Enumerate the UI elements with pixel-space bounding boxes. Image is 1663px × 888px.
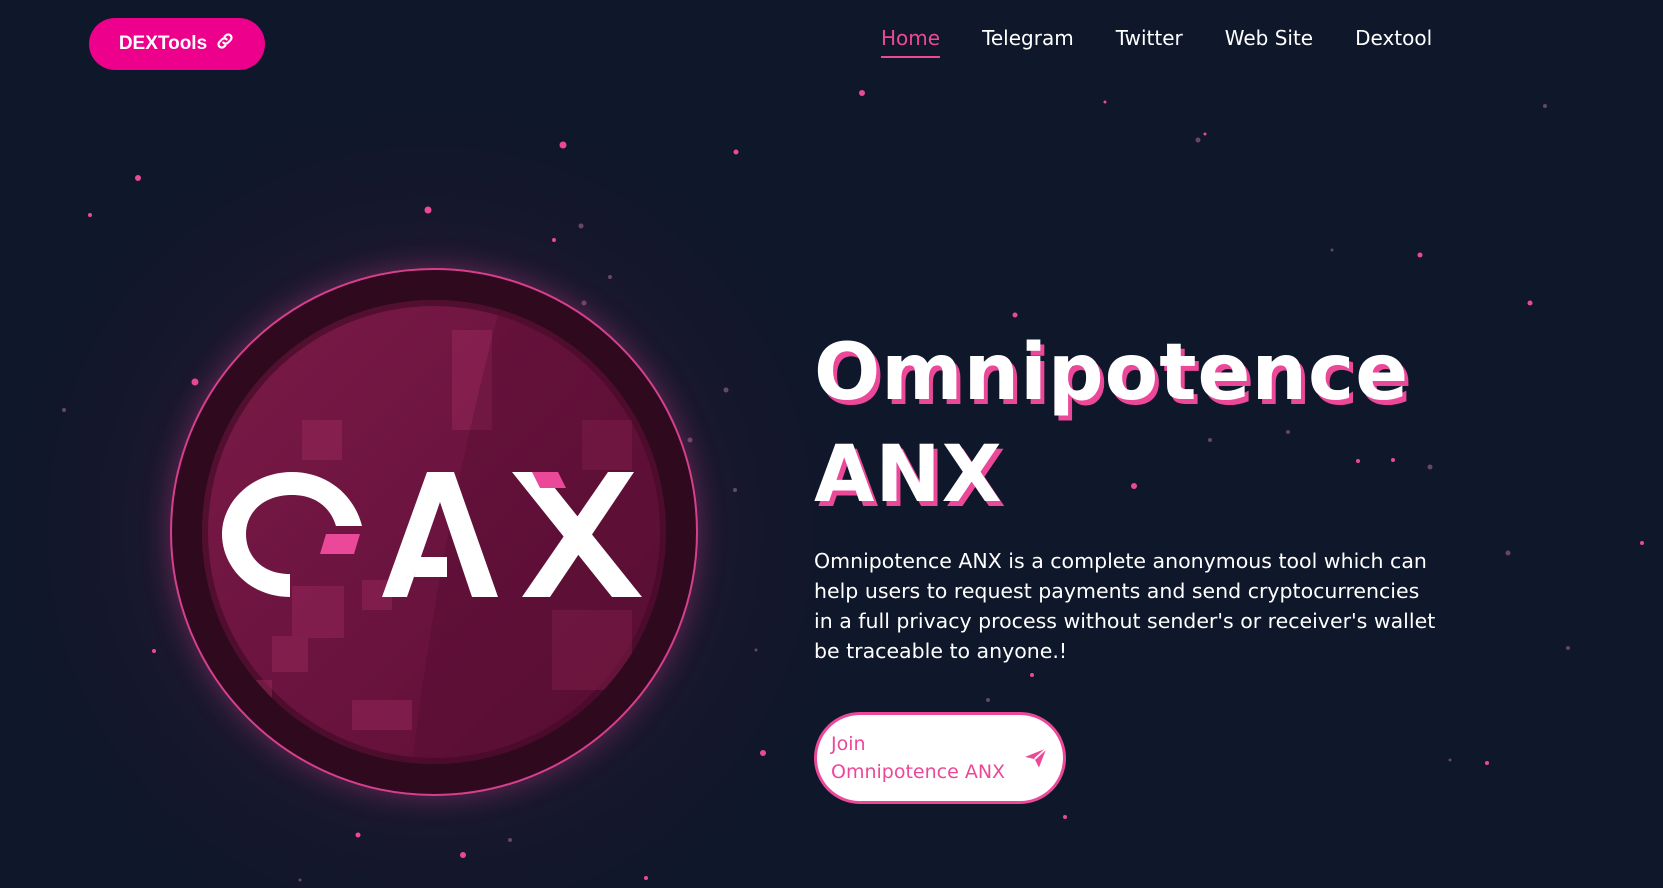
hero-title: Omnipotence ANX <box>814 322 1514 526</box>
nav-item-twitter[interactable]: Twitter <box>1116 26 1183 58</box>
hero-title-line1: Omnipotence <box>814 328 1410 418</box>
main-nav: Home Telegram Twitter Web Site Dextool <box>881 26 1432 58</box>
hero-description: Omnipotence ANX is a complete anonymous … <box>814 549 1436 663</box>
dextools-button[interactable]: DEXTools <box>89 18 265 70</box>
join-label-line1: Join <box>831 733 866 755</box>
link-icon <box>215 31 235 57</box>
nav-item-web-site[interactable]: Web Site <box>1225 26 1313 58</box>
send-icon <box>1025 747 1048 768</box>
join-label-line2: Omnipotence ANX <box>831 761 1006 783</box>
logo-letters <box>222 472 642 597</box>
join-button[interactable]: Join Omnipotence ANX <box>814 712 1066 804</box>
hero-title-line2: ANX <box>814 430 1003 520</box>
oax-logo <box>170 268 698 796</box>
landing-page: DEXTools Home Telegram Twitter Web Site … <box>0 0 1663 888</box>
nav-item-dextool[interactable]: Dextool <box>1355 26 1432 58</box>
logo-face <box>202 300 666 764</box>
nav-item-telegram[interactable]: Telegram <box>982 26 1074 58</box>
join-button-label: Join Omnipotence ANX <box>831 730 1013 786</box>
dextools-button-label: DEXTools <box>118 33 208 54</box>
nav-item-home[interactable]: Home <box>881 26 941 58</box>
